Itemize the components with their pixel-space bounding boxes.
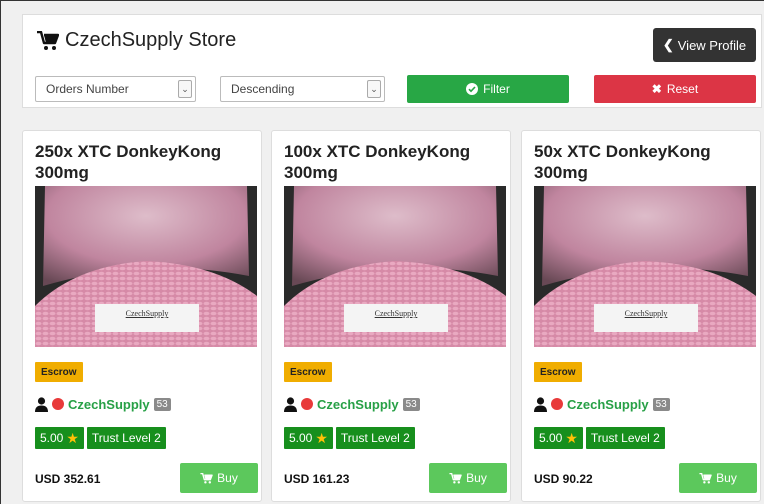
- vendor-link[interactable]: CzechSupply: [317, 397, 399, 412]
- listing-price: USD 352.61: [35, 472, 101, 486]
- listing-title[interactable]: 250x XTC DonkeyKong 300mg: [35, 141, 255, 183]
- vendor-link[interactable]: CzechSupply: [68, 397, 150, 412]
- listing-image[interactable]: CzechSupply: [284, 186, 506, 347]
- image-label-text: CzechSupply: [374, 309, 418, 318]
- listing-image[interactable]: CzechSupply: [35, 186, 257, 347]
- product-photo: [35, 186, 257, 347]
- vendor-count-badge: 53: [153, 397, 171, 411]
- listing-title[interactable]: 100x XTC DonkeyKong 300mg: [284, 141, 504, 183]
- chevron-down-icon: ⌄: [367, 80, 381, 98]
- view-profile-button[interactable]: ❮ View Profile: [653, 28, 756, 62]
- product-photo: [534, 186, 756, 347]
- user-icon: [534, 396, 547, 412]
- times-icon: ✖: [651, 82, 662, 96]
- star-icon: ★: [565, 429, 578, 446]
- image-label-text: CzechSupply: [125, 309, 169, 318]
- listing-price: USD 90.22: [534, 472, 593, 486]
- product-photo: [284, 186, 506, 347]
- vendor-link[interactable]: CzechSupply: [567, 397, 649, 412]
- rating-value: 5.00: [40, 431, 64, 445]
- buy-button[interactable]: Buy: [679, 463, 757, 493]
- check-circle-icon: [466, 83, 479, 95]
- escrow-badge: Escrow: [534, 362, 582, 382]
- escrow-badge: Escrow: [284, 362, 332, 382]
- rating-row: 5.00 ★ Trust Level 2: [284, 427, 415, 449]
- trust-level-badge: Trust Level 2: [86, 427, 166, 449]
- listing-image[interactable]: CzechSupply: [534, 186, 756, 347]
- reset-label: Reset: [666, 82, 699, 96]
- listing-card[interactable]: 100x XTC DonkeyKong 300mg CzechSupply Es…: [271, 130, 511, 502]
- listing-card[interactable]: 50x XTC DonkeyKong 300mg CzechSupply Esc…: [521, 130, 761, 502]
- vendor-status-dot: [52, 398, 64, 410]
- sort-field-select[interactable]: Orders Number ⌄: [35, 76, 196, 102]
- image-label-text: CzechSupply: [624, 309, 668, 318]
- vendor-row: CzechSupply 53: [284, 395, 420, 413]
- vendor-row: CzechSupply 53: [35, 395, 171, 413]
- buy-label: Buy: [466, 471, 487, 485]
- rating-badge: 5.00 ★: [284, 427, 333, 449]
- cart-icon: [37, 30, 59, 50]
- trust-level-badge: Trust Level 2: [585, 427, 665, 449]
- store-header: CzechSupply Store ❮ View Profile Orders …: [22, 14, 762, 108]
- cart-icon: [200, 472, 213, 484]
- store-title: CzechSupply Store: [37, 29, 236, 52]
- sort-order-value: Descending: [231, 82, 295, 96]
- star-icon: ★: [66, 429, 79, 446]
- filter-button[interactable]: Filter: [407, 75, 569, 103]
- trust-level-badge: Trust Level 2: [335, 427, 415, 449]
- vendor-status-dot: [301, 398, 313, 410]
- listing-price: USD 161.23: [284, 472, 350, 486]
- vendor-count-badge: 53: [652, 397, 670, 411]
- star-icon: ★: [315, 429, 328, 446]
- buy-button[interactable]: Buy: [180, 463, 258, 493]
- sort-field-value: Orders Number: [46, 82, 129, 96]
- user-icon: [284, 396, 297, 412]
- rating-row: 5.00 ★ Trust Level 2: [35, 427, 166, 449]
- vendor-row: CzechSupply 53: [534, 395, 670, 413]
- user-icon: [35, 396, 48, 412]
- cart-icon: [699, 472, 712, 484]
- buy-label: Buy: [217, 471, 238, 485]
- buy-button[interactable]: Buy: [429, 463, 507, 493]
- vendor-count-badge: 53: [402, 397, 420, 411]
- cart-icon: [449, 472, 462, 484]
- chevron-left-icon: ❮: [662, 37, 674, 52]
- view-profile-label: View Profile: [677, 37, 747, 53]
- rating-value: 5.00: [539, 431, 563, 445]
- reset-button[interactable]: ✖ Reset: [594, 75, 756, 103]
- vendor-status-dot: [551, 398, 563, 410]
- chevron-down-icon: ⌄: [178, 80, 192, 98]
- filter-label: Filter: [483, 82, 510, 96]
- sort-order-select[interactable]: Descending ⌄: [220, 76, 385, 102]
- listing-card[interactable]: 250x XTC DonkeyKong 300mg CzechSupply Es…: [22, 130, 262, 502]
- store-title-text: CzechSupply Store: [65, 29, 237, 51]
- listing-title[interactable]: 50x XTC DonkeyKong 300mg: [534, 141, 754, 183]
- rating-value: 5.00: [289, 431, 313, 445]
- rating-badge: 5.00 ★: [534, 427, 583, 449]
- rating-row: 5.00 ★ Trust Level 2: [534, 427, 665, 449]
- rating-badge: 5.00 ★: [35, 427, 84, 449]
- buy-label: Buy: [716, 471, 737, 485]
- escrow-badge: Escrow: [35, 362, 83, 382]
